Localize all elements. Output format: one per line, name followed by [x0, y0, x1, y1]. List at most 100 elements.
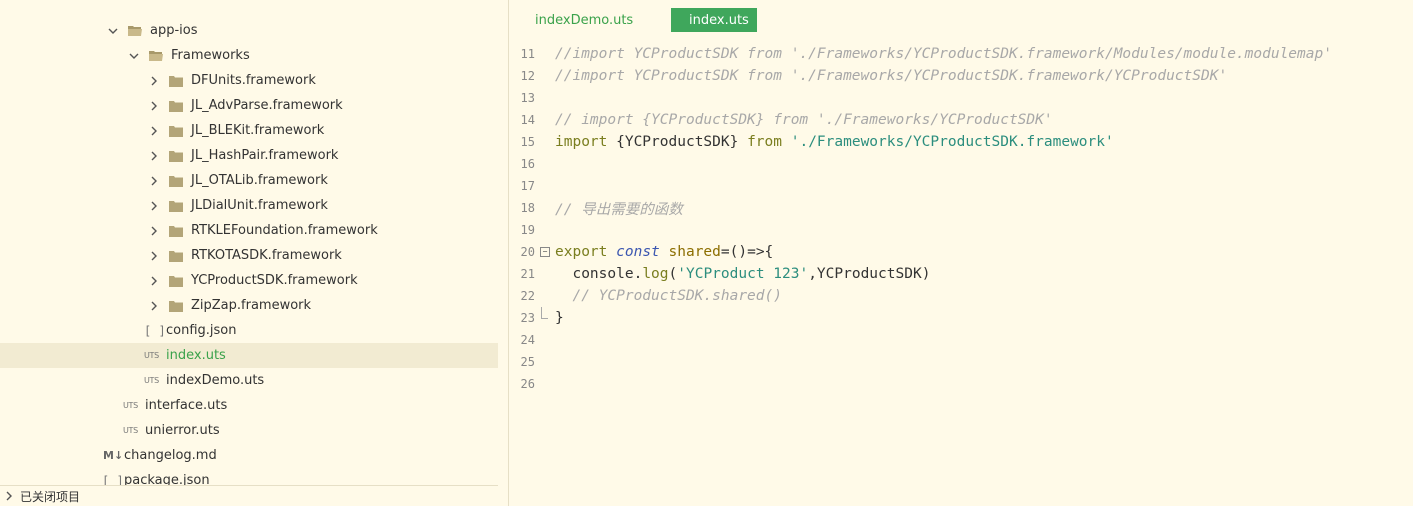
line-number: 16 [520, 157, 535, 171]
markdown-file-icon: M↓ [103, 449, 124, 462]
uts-file-icon: UTS [144, 351, 159, 360]
code-text: //import YCProductSDK from './Frameworks… [555, 68, 1228, 84]
folder-icon [169, 300, 183, 312]
tree-item-framework[interactable]: JL_OTALib.framework [0, 168, 498, 193]
chevron-right-icon[interactable] [147, 274, 161, 288]
folder-icon [169, 200, 183, 212]
code-line: 18 // 导出需要的函数 [509, 197, 1413, 219]
tree-item-label: Frameworks [171, 48, 250, 63]
tree-item-framework[interactable]: RTKLEFoundation.framework [0, 218, 498, 243]
code-line: 14 // import {YCProductSDK} from './Fram… [509, 109, 1413, 131]
folder-icon [169, 125, 183, 137]
project-explorer: app-ios Frameworks DFUnits.framework JL_… [0, 0, 499, 506]
tree-item-file-selected[interactable]: UTS index.uts [0, 343, 498, 368]
line-number: 18 [520, 201, 535, 215]
chevron-right-icon[interactable] [147, 299, 161, 313]
tree-item-app-ios[interactable]: app-ios [0, 18, 498, 43]
closed-projects-section[interactable]: 已关闭项目 [0, 485, 498, 506]
tree-item-label: index.uts [166, 348, 226, 363]
tree-item-framework[interactable]: JL_AdvParse.framework [0, 93, 498, 118]
panel-divider[interactable] [498, 0, 509, 506]
tree-item-framework[interactable]: DFUnits.framework [0, 68, 498, 93]
tree-item-framework[interactable]: RTKOTASDK.framework [0, 243, 498, 268]
code-line: 20 − export const shared=()=>{ [509, 241, 1413, 263]
code-text: // 导出需要的函数 [555, 201, 683, 218]
json-file-icon: [ ] [144, 323, 166, 338]
line-number: 21 [520, 267, 535, 281]
chevron-right-icon[interactable] [147, 124, 161, 138]
uts-file-icon: UTS [144, 376, 159, 385]
code-text: ( [668, 266, 678, 282]
code-text: console. [555, 266, 643, 282]
line-number: 17 [520, 179, 535, 193]
tree-item-framework[interactable]: JL_HashPair.framework [0, 143, 498, 168]
chevron-right-icon[interactable] [2, 489, 16, 503]
chevron-right-icon[interactable] [147, 149, 161, 163]
tree-item-label: unierror.uts [145, 423, 220, 438]
tree-item-framework[interactable]: ZipZap.framework [0, 293, 498, 318]
tree-item-label: indexDemo.uts [166, 373, 265, 388]
chevron-down-icon[interactable] [106, 24, 120, 38]
code-string: 'YCProduct 123' [677, 266, 809, 282]
tree-item-framework[interactable]: JL_BLEKit.framework [0, 118, 498, 143]
line-number: 12 [520, 69, 535, 83]
tree-item-file[interactable]: M↓ changelog.md [0, 443, 498, 468]
chevron-right-icon[interactable] [147, 199, 161, 213]
folder-icon [169, 75, 183, 87]
folder-icon [169, 250, 183, 262]
fold-end-marker [541, 307, 548, 319]
tree-item-file[interactable]: UTS unierror.uts [0, 418, 498, 443]
tree-item-frameworks[interactable]: Frameworks [0, 43, 498, 68]
line-number: 26 [520, 377, 535, 391]
code-line: 23 } [509, 307, 1413, 329]
code-editor[interactable]: indexDemo.uts index.uts 11 //import YCPr… [509, 0, 1413, 506]
chevron-right-icon[interactable] [147, 174, 161, 188]
tab-index[interactable]: index.uts [671, 8, 757, 32]
tree-item-label: RTKOTASDK.framework [191, 248, 342, 263]
tree-item-label: config.json [166, 323, 237, 338]
tree-item-label: JL_HashPair.framework [191, 148, 339, 163]
tree-item-label: app-ios [150, 23, 198, 38]
code-line: 26 [509, 373, 1413, 395]
tree-item-label: ZipZap.framework [191, 298, 312, 313]
line-number: 24 [520, 333, 535, 347]
tree-item-label: JL_BLEKit.framework [191, 123, 325, 138]
fold-toggle-icon[interactable]: − [540, 247, 550, 257]
folder-open-icon [149, 50, 163, 62]
code-line: 15 import {YCProductSDK} from './Framewo… [509, 131, 1413, 153]
line-number: 15 [520, 135, 535, 149]
tree-item-file[interactable]: UTS indexDemo.uts [0, 368, 498, 393]
code-line: 21 console.log('YCProduct 123',YCProduct… [509, 263, 1413, 285]
chevron-right-icon[interactable] [147, 249, 161, 263]
chevron-right-icon[interactable] [147, 99, 161, 113]
chevron-right-icon[interactable] [147, 74, 161, 88]
tree-item-file[interactable]: [ ] config.json [0, 318, 498, 343]
tree-item-file[interactable]: UTS interface.uts [0, 393, 498, 418]
tree-item-label: JL_AdvParse.framework [191, 98, 343, 113]
folder-open-icon [128, 25, 142, 37]
line-number: 14 [520, 113, 535, 127]
tree-item-label: DFUnits.framework [191, 73, 316, 88]
line-number: 23 [520, 311, 535, 325]
folder-icon [169, 225, 183, 237]
code-text: // import {YCProductSDK} from './Framewo… [555, 112, 1053, 128]
tree-item-label: YCProductSDK.framework [191, 273, 358, 288]
code-text: =()=>{ [720, 244, 774, 260]
folder-icon [169, 275, 183, 287]
code-keyword: from [747, 134, 782, 150]
code-string: './Frameworks/YCProductSDK.framework' [782, 134, 1114, 150]
code-text: ,YCProductSDK) [808, 266, 931, 282]
code-line: 19 [509, 219, 1413, 241]
tab-indexdemo[interactable]: indexDemo.uts [509, 8, 671, 32]
line-number: 20 [520, 245, 535, 259]
tree-item-framework[interactable]: JLDialUnit.framework [0, 193, 498, 218]
code-line: 24 [509, 329, 1413, 351]
chevron-right-icon[interactable] [147, 224, 161, 238]
line-number: 19 [520, 223, 535, 237]
line-number: 11 [520, 47, 535, 61]
tree-item-framework[interactable]: YCProductSDK.framework [0, 268, 498, 293]
line-number: 25 [520, 355, 535, 369]
chevron-down-icon[interactable] [127, 49, 141, 63]
editor-tabs: indexDemo.uts index.uts [509, 8, 757, 32]
code-line: 16 [509, 153, 1413, 175]
